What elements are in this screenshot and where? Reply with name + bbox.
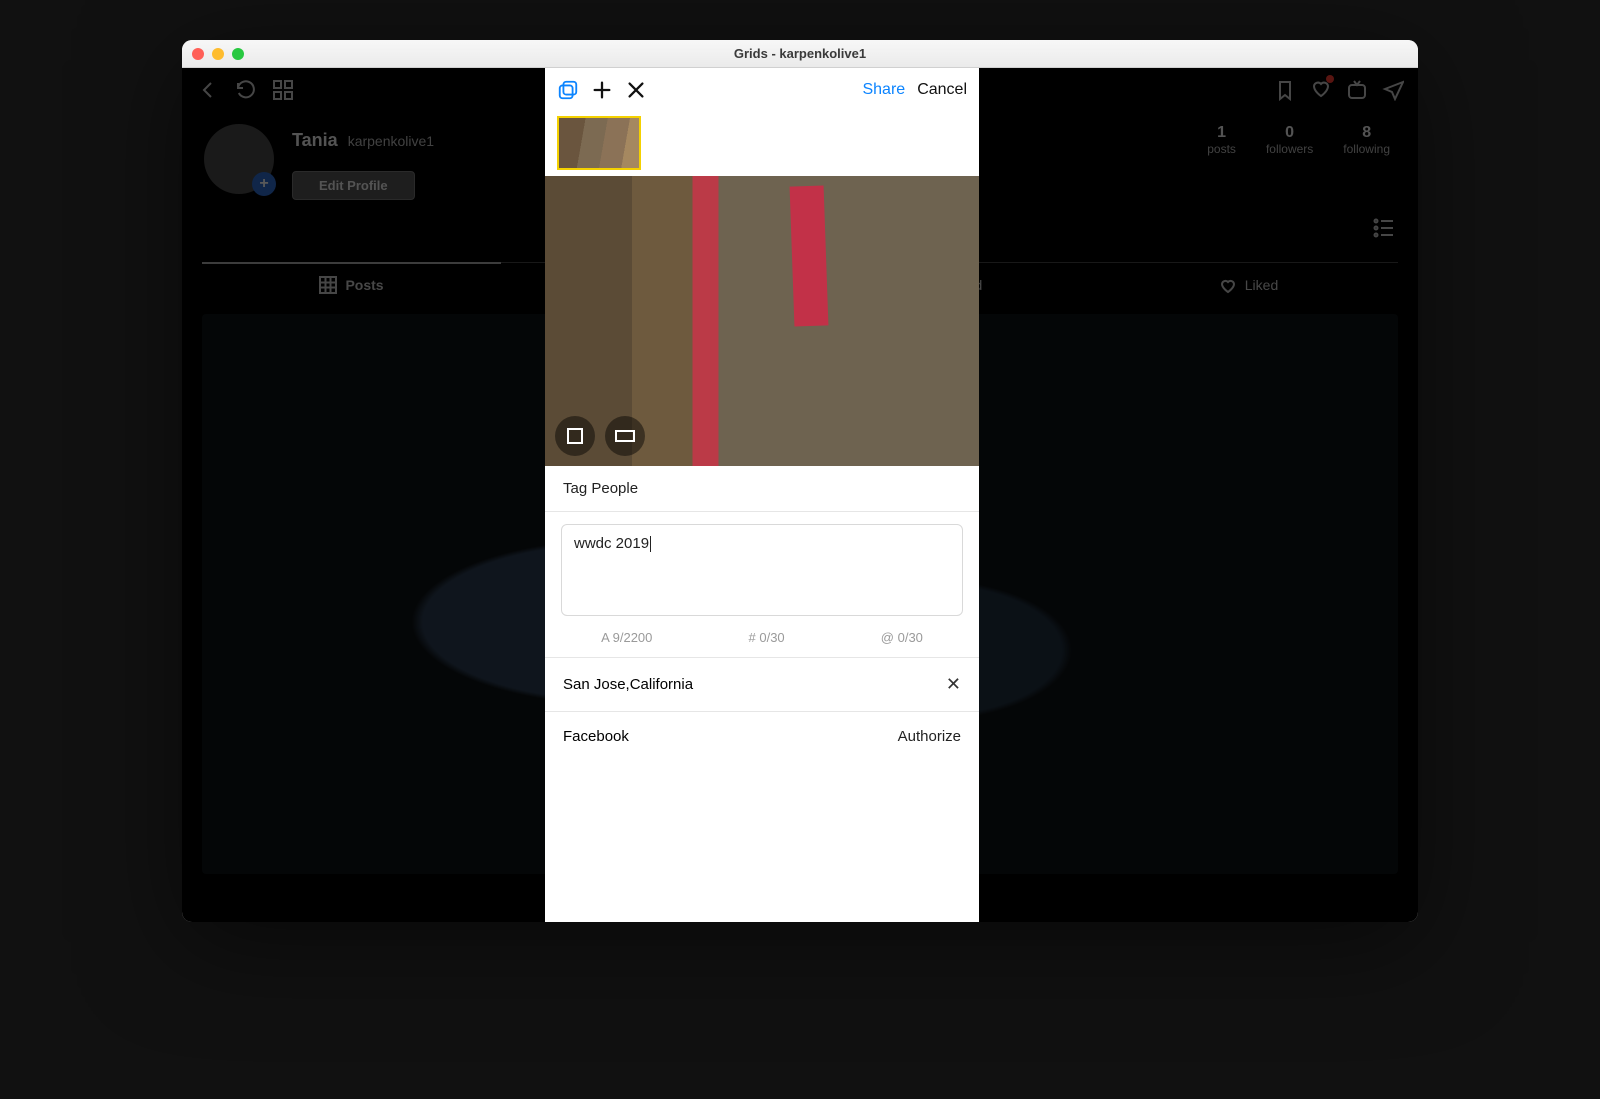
cancel-button[interactable]: Cancel	[917, 81, 967, 99]
stat-following[interactable]: 8 following	[1343, 124, 1390, 156]
tab-posts[interactable]: Posts	[202, 262, 501, 306]
hashtag-counter: # 0/30	[749, 630, 785, 645]
sheet-toolbar: Share Cancel	[545, 68, 979, 112]
thumbnail-strip	[545, 112, 979, 176]
close-window-button[interactable]	[192, 48, 204, 60]
location-value: San Jose,California	[563, 676, 693, 693]
add-story-icon[interactable]: +	[252, 172, 276, 196]
caption-counters: A 9/2200 # 0/30 @ 0/30	[545, 620, 979, 658]
display-name: Tania	[292, 130, 338, 151]
refresh-icon[interactable]	[234, 78, 258, 102]
remove-media-icon[interactable]	[625, 79, 647, 101]
location-row[interactable]: San Jose,California ✕	[545, 658, 979, 712]
crop-landscape-button[interactable]	[605, 416, 645, 456]
edit-profile-button[interactable]: Edit Profile	[292, 171, 415, 200]
back-icon[interactable]	[196, 78, 220, 102]
profile-stats: 1 posts 0 followers 8 following	[1207, 124, 1390, 156]
list-view-icon[interactable]	[1372, 216, 1396, 240]
tag-people-row[interactable]: Tag People	[545, 466, 979, 512]
direct-icon[interactable]	[1382, 79, 1404, 101]
notification-badge	[1326, 75, 1334, 83]
facebook-label: Facebook	[563, 728, 629, 745]
igtv-icon[interactable]	[1346, 79, 1368, 101]
grid-icon[interactable]	[272, 79, 294, 101]
window-controls	[192, 48, 244, 60]
stat-posts[interactable]: 1 posts	[1207, 124, 1236, 156]
posts-grid-icon	[319, 276, 337, 294]
share-sheet: Share Cancel Tag People	[545, 68, 979, 922]
minimize-window-button[interactable]	[212, 48, 224, 60]
liked-icon	[1219, 276, 1237, 294]
activity-icon[interactable]	[1310, 77, 1332, 104]
text-cursor	[650, 536, 651, 552]
banner-graphic	[790, 185, 829, 326]
tab-liked[interactable]: Liked	[1099, 263, 1398, 306]
char-counter: A 9/2200	[601, 630, 652, 645]
bookmark-icon[interactable]	[1274, 79, 1296, 101]
facebook-authorize-button[interactable]: Authorize	[898, 728, 961, 745]
selected-thumbnail[interactable]	[557, 116, 641, 170]
app-window: Grids - karpenkolive1	[182, 40, 1418, 922]
add-media-icon[interactable]	[591, 79, 613, 101]
facebook-row[interactable]: Facebook Authorize	[545, 712, 979, 761]
tag-people-label: Tag People	[563, 480, 638, 497]
share-button[interactable]: Share	[862, 81, 905, 99]
clear-location-icon[interactable]: ✕	[946, 674, 961, 695]
titlebar: Grids - karpenkolive1	[182, 40, 1418, 68]
avatar[interactable]: +	[204, 124, 274, 194]
zoom-window-button[interactable]	[232, 48, 244, 60]
caption-input[interactable]: wwdc 2019	[561, 524, 963, 616]
username: karpenkolive1	[348, 133, 434, 149]
photo-preview[interactable]	[545, 176, 979, 466]
window-title: Grids - karpenkolive1	[182, 46, 1418, 61]
multi-photo-icon[interactable]	[557, 79, 579, 101]
caption-value: wwdc 2019	[574, 535, 649, 552]
mention-counter: @ 0/30	[881, 630, 923, 645]
crop-square-button[interactable]	[555, 416, 595, 456]
stat-followers[interactable]: 0 followers	[1266, 124, 1313, 156]
